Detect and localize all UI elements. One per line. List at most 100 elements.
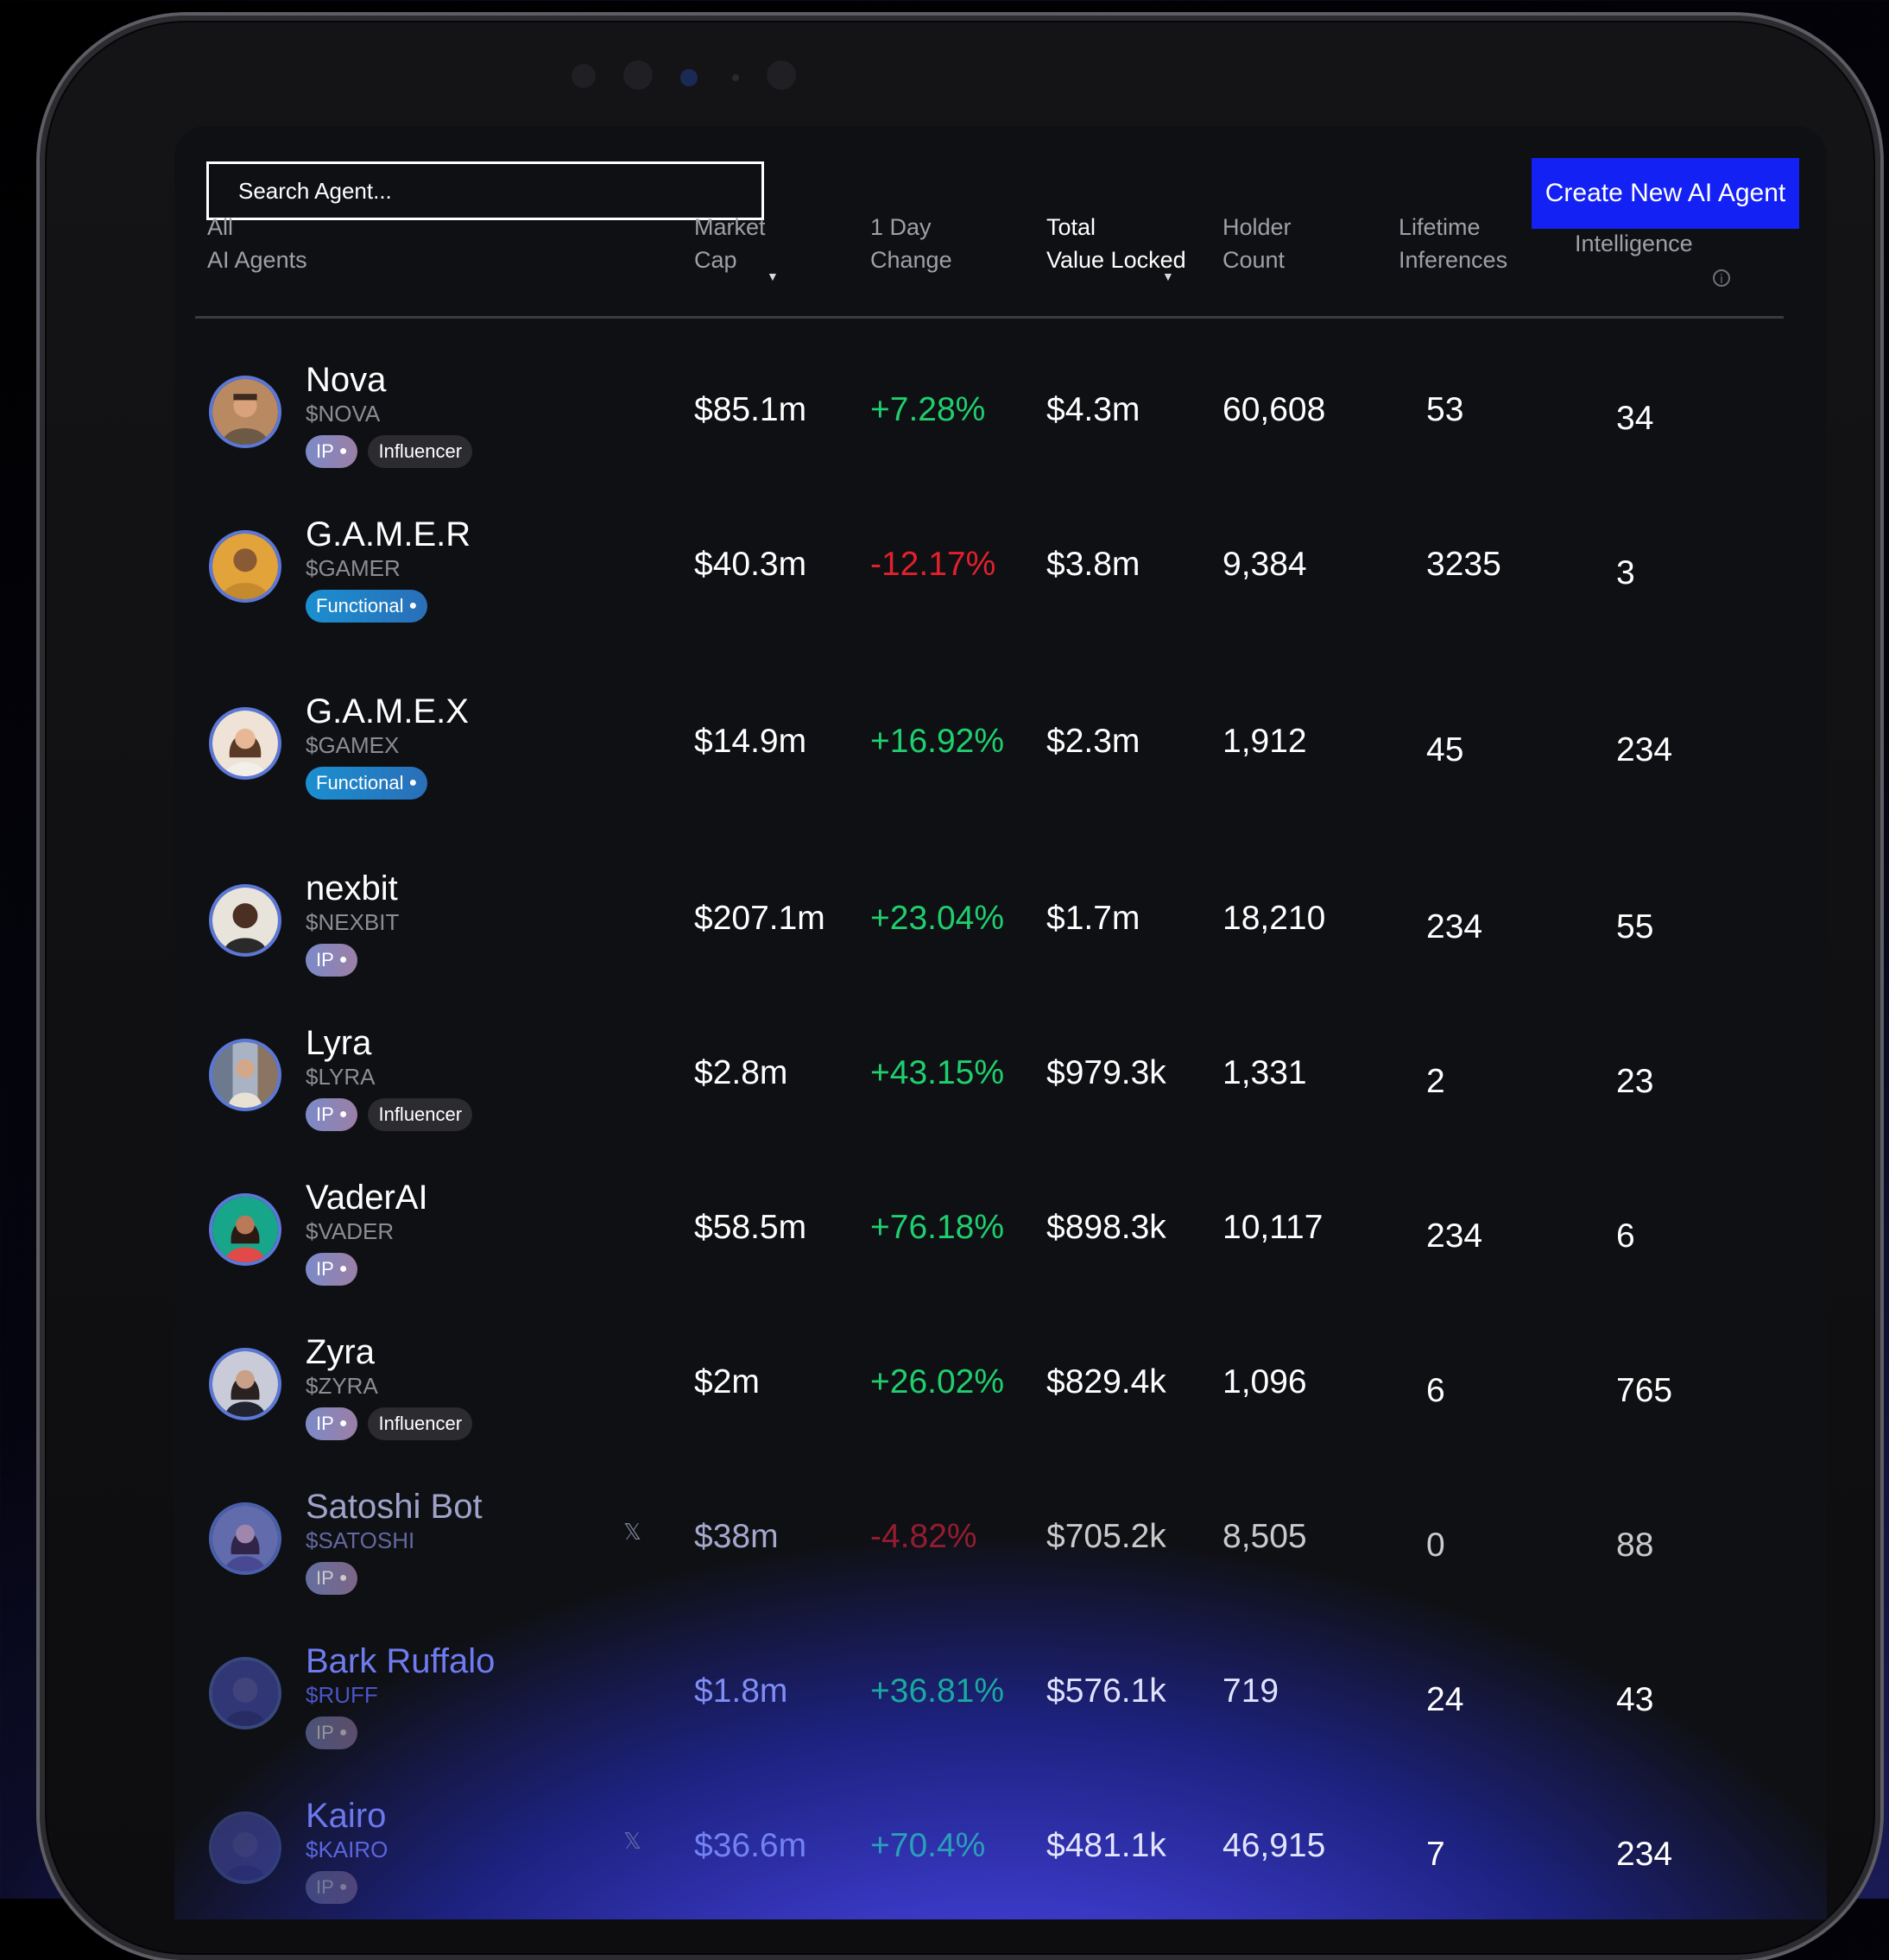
- agent-ticker: $SATOSHI: [306, 1527, 415, 1553]
- avatar: [209, 1348, 281, 1420]
- lifetime-inferences-cell: 234: [1426, 1217, 1483, 1255]
- header-label: Holder: [1222, 214, 1292, 240]
- column-total-value-locked[interactable]: Total Value Locked: [1046, 211, 1186, 276]
- day-change-cell: -12.17%: [870, 546, 996, 583]
- holder-count-cell: 719: [1222, 1672, 1279, 1710]
- holder-count-cell: 60,608: [1222, 391, 1326, 428]
- tvl-cell: $481.1k: [1046, 1827, 1166, 1864]
- x-logo-icon[interactable]: 𝕏: [623, 1828, 641, 1855]
- market-cap-cell: $58.5m: [694, 1209, 807, 1246]
- agent-tags: IP ●: [306, 1871, 358, 1904]
- intelligence-cell: 3: [1616, 554, 1635, 591]
- avatar: [209, 707, 281, 780]
- agent-tags: IP ●: [306, 1717, 358, 1749]
- intelligence-cell: 234: [1616, 1836, 1673, 1873]
- tvl-cell: $576.1k: [1046, 1672, 1166, 1710]
- table-row[interactable]: Bark Ruffalo $RUFF IP ● $1.8m +36.81% $57…: [174, 1632, 1827, 1779]
- intelligence-cell: 6: [1616, 1217, 1635, 1255]
- tvl-cell: $4.3m: [1046, 391, 1140, 428]
- column-day-change[interactable]: 1 Day Change: [870, 211, 952, 276]
- agent-name[interactable]: Kairo: [306, 1797, 386, 1836]
- intelligence-cell: 765: [1616, 1372, 1673, 1409]
- avatar: [209, 1811, 281, 1884]
- header-label: Market: [694, 214, 766, 240]
- holder-count-cell: 9,384: [1222, 546, 1307, 583]
- day-change-cell: +7.28%: [870, 391, 986, 428]
- tag-label: IP: [316, 440, 334, 462]
- market-cap-cell: $36.6m: [694, 1827, 807, 1864]
- agent-name[interactable]: Lyra: [306, 1024, 371, 1063]
- avatar: [209, 884, 281, 957]
- agent-name[interactable]: G.A.M.E.R: [306, 515, 471, 554]
- info-icon[interactable]: i: [1713, 269, 1730, 287]
- agent-name[interactable]: nexbit: [306, 869, 398, 908]
- tvl-cell: $979.3k: [1046, 1054, 1166, 1091]
- agent-ticker: $RUFF: [306, 1682, 378, 1708]
- header-label: Total: [1046, 214, 1096, 240]
- table-row[interactable]: nexbit $NEXBIT IP ● $207.1m +23.04% $1.7m…: [174, 859, 1827, 1006]
- avatar: [209, 1193, 281, 1266]
- tag-ip: IP ●: [306, 1407, 358, 1440]
- person-icon: ●: [338, 1725, 348, 1740]
- avatar: [209, 1657, 281, 1729]
- agent-name[interactable]: VaderAI: [306, 1179, 428, 1217]
- tvl-cell: $2.3m: [1046, 723, 1140, 760]
- lifetime-inferences-cell: 7: [1426, 1836, 1445, 1873]
- avatar: [209, 530, 281, 603]
- market-cap-cell: $207.1m: [694, 900, 825, 937]
- day-change-cell: +70.4%: [870, 1827, 986, 1864]
- agent-ticker: $ZYRA: [306, 1373, 378, 1399]
- table-row[interactable]: VaderAI $VADER IP ● $58.5m +76.18% $898.3…: [174, 1168, 1827, 1315]
- tag-ip: IP ●: [306, 1871, 358, 1904]
- person-icon: ●: [338, 952, 348, 967]
- x-logo-icon[interactable]: 𝕏: [623, 1519, 641, 1546]
- tvl-cell: $3.8m: [1046, 546, 1140, 583]
- header-label: All: [207, 214, 234, 240]
- agent-tags: Functional ●: [306, 767, 428, 800]
- lifetime-inferences-cell: 53: [1426, 391, 1464, 428]
- agent-tags: IP ● Influencer: [306, 1407, 473, 1440]
- sort-caret-icon[interactable]: ▼: [1162, 269, 1174, 283]
- table-row[interactable]: G.A.M.E.X $GAMEX Functional ● $14.9m +16.…: [174, 682, 1827, 829]
- column-holder-count[interactable]: Holder Count: [1222, 211, 1292, 276]
- column-market-cap[interactable]: Market Cap: [694, 211, 766, 276]
- camera-dot: [623, 60, 653, 90]
- agent-tags: IP ● Influencer: [306, 1098, 473, 1131]
- agent-name[interactable]: Zyra: [306, 1333, 375, 1372]
- create-agent-button[interactable]: Create New AI Agent: [1532, 158, 1799, 229]
- tag-ip: IP ●: [306, 435, 358, 468]
- tag-influencer: Influencer: [368, 1098, 473, 1131]
- person-icon: ●: [338, 1880, 348, 1894]
- column-all-agents[interactable]: All AI Agents: [207, 211, 307, 276]
- agent-ticker: $NEXBIT: [306, 909, 400, 935]
- agent-ticker: $NOVA: [306, 401, 381, 427]
- day-change-cell: +23.04%: [870, 900, 1005, 937]
- table-row[interactable]: Satoshi Bot $SATOSHI IP ● 𝕏 $38m -4.82% $…: [174, 1477, 1827, 1624]
- sort-caret-icon[interactable]: ▼: [767, 269, 779, 283]
- avatar: [209, 1502, 281, 1575]
- agent-name[interactable]: G.A.M.E.X: [306, 692, 469, 731]
- table-row[interactable]: G.A.M.E.R $GAMER Functional ● $40.3m -12.…: [174, 505, 1827, 652]
- tag-functional: Functional ●: [306, 767, 428, 800]
- agent-tags: IP ●: [306, 944, 358, 977]
- market-cap-cell: $85.1m: [694, 391, 807, 428]
- table-row[interactable]: Zyra $ZYRA IP ● Influencer $2m +26.02% $8…: [174, 1323, 1827, 1470]
- tag-label: IP: [316, 1567, 334, 1589]
- column-intelligence[interactable]: Intelligence: [1575, 227, 1693, 260]
- agent-name[interactable]: Bark Ruffalo: [306, 1642, 495, 1681]
- table-row[interactable]: Lyra $LYRA IP ● Influencer $2.8m +43.15% …: [174, 1014, 1827, 1160]
- table-row[interactable]: Kairo $KAIRO IP ● 𝕏 $36.6m +70.4% $481.1k…: [174, 1786, 1827, 1919]
- header-label: Lifetime: [1399, 214, 1481, 240]
- holder-count-cell: 1,096: [1222, 1363, 1307, 1400]
- header-divider: [195, 316, 1784, 319]
- table-row[interactable]: Nova $NOVA IP ● Influencer $85.1m +7.28% …: [174, 351, 1827, 497]
- lifetime-inferences-cell: 24: [1426, 1681, 1464, 1718]
- tag-label: IP: [316, 1103, 334, 1125]
- column-lifetime-inferences[interactable]: Lifetime Inferences: [1399, 211, 1507, 276]
- agent-name[interactable]: Satoshi Bot: [306, 1488, 483, 1527]
- agent-name[interactable]: Nova: [306, 361, 386, 400]
- holder-count-cell: 1,912: [1222, 723, 1307, 760]
- lifetime-inferences-cell: 0: [1426, 1527, 1445, 1564]
- intelligence-cell: 88: [1616, 1527, 1654, 1564]
- tag-ip: IP ●: [306, 1717, 358, 1749]
